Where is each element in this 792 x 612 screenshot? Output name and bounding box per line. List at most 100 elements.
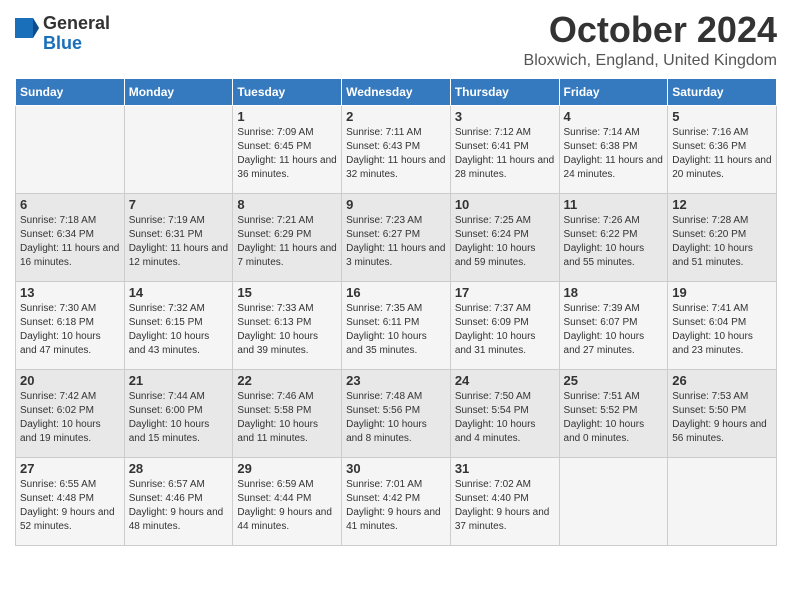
day-number: 22 bbox=[237, 373, 337, 388]
day-info: Sunrise: 7:44 AMSunset: 6:00 PMDaylight:… bbox=[129, 390, 229, 446]
day-info: Sunrise: 7:19 AMSunset: 6:31 PMDaylight:… bbox=[129, 214, 229, 270]
day-info: Sunrise: 7:50 AMSunset: 5:54 PMDaylight:… bbox=[455, 390, 555, 446]
day-number: 12 bbox=[672, 197, 772, 212]
day-number: 25 bbox=[564, 373, 664, 388]
day-info: Sunrise: 7:23 AMSunset: 6:27 PMDaylight:… bbox=[346, 214, 446, 270]
table-row: 15 Sunrise: 7:33 AMSunset: 6:13 PMDayligh… bbox=[233, 281, 342, 369]
day-info: Sunrise: 7:11 AMSunset: 6:43 PMDaylight:… bbox=[346, 126, 446, 182]
day-number: 20 bbox=[20, 373, 120, 388]
table-row: 25 Sunrise: 7:51 AMSunset: 5:52 PMDayligh… bbox=[559, 369, 668, 457]
day-info: Sunrise: 7:51 AMSunset: 5:52 PMDaylight:… bbox=[564, 390, 664, 446]
day-number: 26 bbox=[672, 373, 772, 388]
table-row: 10 Sunrise: 7:25 AMSunset: 6:24 PMDayligh… bbox=[450, 193, 559, 281]
table-row: 18Sunrise: 7:39 AMSunset: 6:07 PMDayligh… bbox=[559, 281, 668, 369]
table-row: 31 Sunrise: 7:02 AMSunset: 4:40 PMDayligh… bbox=[450, 457, 559, 545]
table-row: 17 Sunrise: 7:37 AMSunset: 6:09 PMDayligh… bbox=[450, 281, 559, 369]
table-row: 11 Sunrise: 7:26 AMSunset: 6:22 PMDayligh… bbox=[559, 193, 668, 281]
day-number: 5 bbox=[672, 109, 772, 124]
calendar-week-row: 13 Sunrise: 7:30 AMSunset: 6:18 PMDayligh… bbox=[16, 281, 777, 369]
day-number: 6 bbox=[20, 197, 120, 212]
calendar-week-row: 6 Sunrise: 7:18 AMSunset: 6:34 PMDaylight… bbox=[16, 193, 777, 281]
header-friday: Friday bbox=[559, 78, 668, 105]
day-number: 9 bbox=[346, 197, 446, 212]
table-row: 29Sunrise: 6:59 AMSunset: 4:44 PMDayligh… bbox=[233, 457, 342, 545]
day-info: Sunrise: 7:39 AMSunset: 6:07 PMDaylight:… bbox=[564, 302, 664, 358]
table-row: 4 Sunrise: 7:14 AMSunset: 6:38 PMDaylight… bbox=[559, 105, 668, 193]
table-row: 19 Sunrise: 7:41 AMSunset: 6:04 PMDayligh… bbox=[668, 281, 777, 369]
day-info: Sunrise: 7:33 AMSunset: 6:13 PMDaylight:… bbox=[237, 302, 337, 358]
day-number: 2 bbox=[346, 109, 446, 124]
day-info: Sunrise: 7:48 AMSunset: 5:56 PMDaylight:… bbox=[346, 390, 446, 446]
table-row bbox=[124, 105, 233, 193]
header-thursday: Thursday bbox=[450, 78, 559, 105]
day-number: 21 bbox=[129, 373, 229, 388]
table-row: 13 Sunrise: 7:30 AMSunset: 6:18 PMDayligh… bbox=[16, 281, 125, 369]
table-row: 30Sunrise: 7:01 AMSunset: 4:42 PMDayligh… bbox=[342, 457, 451, 545]
table-row: 1Sunrise: 7:09 AMSunset: 6:45 PMDaylight… bbox=[233, 105, 342, 193]
header-sunday: Sunday bbox=[16, 78, 125, 105]
header-wednesday: Wednesday bbox=[342, 78, 451, 105]
table-row: 8Sunrise: 7:21 AMSunset: 6:29 PMDaylight… bbox=[233, 193, 342, 281]
day-info: Sunrise: 7:32 AMSunset: 6:15 PMDaylight:… bbox=[129, 302, 229, 358]
table-row bbox=[559, 457, 668, 545]
table-row: 9 Sunrise: 7:23 AMSunset: 6:27 PMDaylight… bbox=[342, 193, 451, 281]
table-row: 5 Sunrise: 7:16 AMSunset: 6:36 PMDaylight… bbox=[668, 105, 777, 193]
table-row: 23 Sunrise: 7:48 AMSunset: 5:56 PMDayligh… bbox=[342, 369, 451, 457]
page-header: General Blue October 2024 Bloxwich, Engl… bbox=[15, 10, 777, 70]
day-number: 29 bbox=[237, 461, 337, 476]
day-info: Sunrise: 7:26 AMSunset: 6:22 PMDaylight:… bbox=[564, 214, 664, 270]
table-row: 28Sunrise: 6:57 AMSunset: 4:46 PMDayligh… bbox=[124, 457, 233, 545]
day-info: Sunrise: 7:18 AMSunset: 6:34 PMDaylight:… bbox=[20, 214, 120, 270]
day-info: Sunrise: 7:46 AMSunset: 5:58 PMDaylight:… bbox=[237, 390, 337, 446]
day-number: 23 bbox=[346, 373, 446, 388]
title-section: October 2024 Bloxwich, England, United K… bbox=[524, 10, 777, 70]
day-number: 16 bbox=[346, 285, 446, 300]
day-info: Sunrise: 7:37 AMSunset: 6:09 PMDaylight:… bbox=[455, 302, 555, 358]
calendar-week-row: 27 Sunrise: 6:55 AMSunset: 4:48 PMDayligh… bbox=[16, 457, 777, 545]
day-info: Sunrise: 7:28 AMSunset: 6:20 PMDaylight:… bbox=[672, 214, 772, 270]
calendar-week-row: 1Sunrise: 7:09 AMSunset: 6:45 PMDaylight… bbox=[16, 105, 777, 193]
day-info: Sunrise: 7:35 AMSunset: 6:11 PMDaylight:… bbox=[346, 302, 446, 358]
day-number: 17 bbox=[455, 285, 555, 300]
day-number: 27 bbox=[20, 461, 120, 476]
day-info: Sunrise: 7:41 AMSunset: 6:04 PMDaylight:… bbox=[672, 302, 772, 358]
day-info: Sunrise: 7:02 AMSunset: 4:40 PMDaylight:… bbox=[455, 478, 555, 534]
table-row: 22 Sunrise: 7:46 AMSunset: 5:58 PMDayligh… bbox=[233, 369, 342, 457]
table-row: 3Sunrise: 7:12 AMSunset: 6:41 PMDaylight… bbox=[450, 105, 559, 193]
table-row: 12 Sunrise: 7:28 AMSunset: 6:20 PMDayligh… bbox=[668, 193, 777, 281]
table-row: 20 Sunrise: 7:42 AMSunset: 6:02 PMDayligh… bbox=[16, 369, 125, 457]
day-info: Sunrise: 7:30 AMSunset: 6:18 PMDaylight:… bbox=[20, 302, 120, 358]
table-row: 16 Sunrise: 7:35 AMSunset: 6:11 PMDayligh… bbox=[342, 281, 451, 369]
header-tuesday: Tuesday bbox=[233, 78, 342, 105]
day-info: Sunrise: 7:42 AMSunset: 6:02 PMDaylight:… bbox=[20, 390, 120, 446]
day-info: Sunrise: 7:01 AMSunset: 4:42 PMDaylight:… bbox=[346, 478, 446, 534]
table-row bbox=[668, 457, 777, 545]
day-number: 7 bbox=[129, 197, 229, 212]
day-info: Sunrise: 6:55 AMSunset: 4:48 PMDaylight:… bbox=[20, 478, 120, 534]
day-number: 13 bbox=[20, 285, 120, 300]
calendar-week-row: 20 Sunrise: 7:42 AMSunset: 6:02 PMDayligh… bbox=[16, 369, 777, 457]
header-saturday: Saturday bbox=[668, 78, 777, 105]
table-row bbox=[16, 105, 125, 193]
day-number: 24 bbox=[455, 373, 555, 388]
day-info: Sunrise: 7:25 AMSunset: 6:24 PMDaylight:… bbox=[455, 214, 555, 270]
table-row: 14Sunrise: 7:32 AMSunset: 6:15 PMDayligh… bbox=[124, 281, 233, 369]
day-info: Sunrise: 7:14 AMSunset: 6:38 PMDaylight:… bbox=[564, 126, 664, 182]
day-number: 31 bbox=[455, 461, 555, 476]
page-container: General Blue October 2024 Bloxwich, Engl… bbox=[0, 0, 792, 561]
day-number: 4 bbox=[564, 109, 664, 124]
day-info: Sunrise: 7:53 AMSunset: 5:50 PMDaylight:… bbox=[672, 390, 772, 446]
day-info: Sunrise: 7:16 AMSunset: 6:36 PMDaylight:… bbox=[672, 126, 772, 182]
day-number: 15 bbox=[237, 285, 337, 300]
day-number: 11 bbox=[564, 197, 664, 212]
day-info: Sunrise: 6:57 AMSunset: 4:46 PMDaylight:… bbox=[129, 478, 229, 534]
day-number: 3 bbox=[455, 109, 555, 124]
day-number: 10 bbox=[455, 197, 555, 212]
calendar-table: Sunday Monday Tuesday Wednesday Thursday… bbox=[15, 78, 777, 546]
table-row: 21 Sunrise: 7:44 AMSunset: 6:00 PMDayligh… bbox=[124, 369, 233, 457]
day-info: Sunrise: 7:09 AMSunset: 6:45 PMDaylight:… bbox=[237, 126, 337, 182]
table-row: 7 Sunrise: 7:19 AMSunset: 6:31 PMDaylight… bbox=[124, 193, 233, 281]
day-number: 8 bbox=[237, 197, 337, 212]
day-number: 19 bbox=[672, 285, 772, 300]
table-row: 2 Sunrise: 7:11 AMSunset: 6:43 PMDaylight… bbox=[342, 105, 451, 193]
